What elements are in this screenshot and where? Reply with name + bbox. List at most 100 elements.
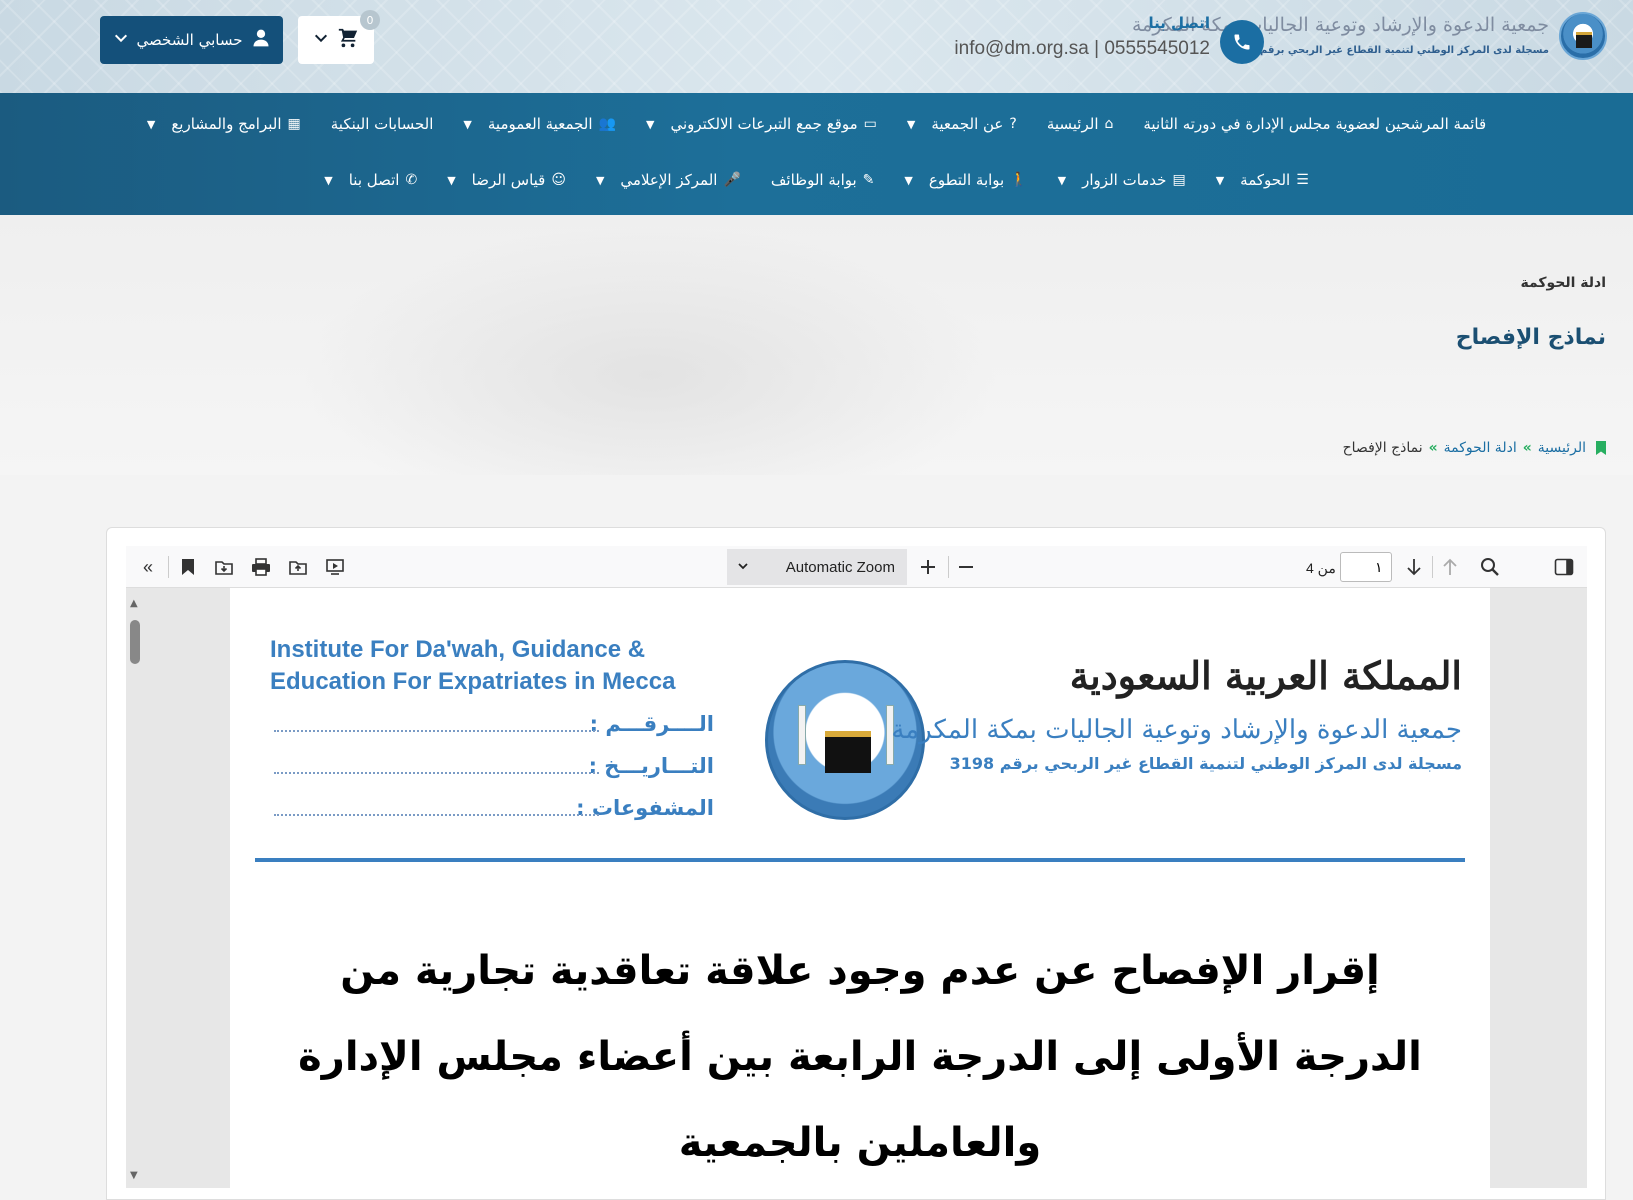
- top-bar: جمعية الدعوة والإرشاد وتوعية الجاليات بم…: [0, 0, 1633, 93]
- contact-label[interactable]: اتصل بنا: [1148, 14, 1210, 32]
- nav-item-donations[interactable]: ▭ موقع جمع التبرعات الالكتروني ▼: [646, 115, 877, 133]
- institute-name-line-2: Education For Expatriates in Mecca: [270, 668, 676, 695]
- chevron-down-icon: ▼: [904, 173, 913, 187]
- sidebar-icon: [1554, 558, 1574, 576]
- bookmark-button[interactable]: [174, 553, 202, 581]
- account-button[interactable]: حسابي الشخصي: [100, 16, 283, 64]
- arrow-down-icon: [1407, 559, 1421, 576]
- open-file-icon: [289, 561, 307, 575]
- chevron-down-icon: ▼: [906, 117, 916, 131]
- ref-number-label: الــــرقـــم :: [589, 712, 714, 736]
- calendar-icon: ▦: [287, 116, 301, 132]
- home-icon: ⌂: [1104, 116, 1114, 132]
- presentation-mode-button[interactable]: [321, 553, 349, 581]
- institute-english-name: Institute For Da'wah, Guidance & Educati…: [270, 634, 675, 698]
- breadcrumb: الرئيسية » ادلة الحوكمة » نماذج الإفصاح: [1343, 440, 1606, 456]
- nav-label: عن الجمعية: [931, 115, 1004, 133]
- pdf-viewer: « Automatic Zoom من 4 ١ ▲ ▼ Institute Fo…: [126, 546, 1587, 1188]
- question-icon: ?: [1009, 116, 1017, 132]
- nav-item-candidates[interactable]: قائمة المرشحين لعضوية مجلس الإدارة في دو…: [1143, 115, 1486, 133]
- sidebar-toggle-button[interactable]: [1550, 553, 1578, 581]
- breadcrumb-separator: »: [1522, 440, 1532, 456]
- scrollbar-thumb[interactable]: [130, 620, 140, 664]
- page-hero: ادلة الحوكمة نماذج الإفصاح الرئيسية » اد…: [0, 215, 1633, 475]
- vertical-scrollbar[interactable]: ▲ ▼: [126, 588, 146, 1188]
- nav-item-about[interactable]: ? عن الجمعية ▼: [907, 115, 1017, 133]
- dotted-line: [274, 772, 599, 774]
- nav-label: المركز الإعلامي: [620, 171, 718, 189]
- page-number-input[interactable]: [1340, 552, 1392, 582]
- nav-label: بوابة الوظائف: [770, 171, 857, 189]
- cart-button[interactable]: 0: [298, 10, 380, 64]
- chevron-down-icon: ▼: [1215, 173, 1225, 187]
- open-file-button[interactable]: [284, 553, 312, 581]
- ref-attachments-line: المشفوعات :: [274, 792, 714, 834]
- page-count: من 4: [1306, 560, 1336, 576]
- dotted-line: [274, 730, 599, 732]
- zoom-select[interactable]: Automatic Zoom: [727, 549, 907, 585]
- chevron-down-icon: [113, 30, 129, 50]
- menu-icon: ☰: [1296, 172, 1309, 188]
- cart-count-badge: 0: [360, 10, 380, 30]
- arrow-up-icon: [1443, 558, 1457, 575]
- nav-item-volunteer[interactable]: 🚶 بوابة التطوع ▼: [904, 171, 1027, 189]
- chevron-down-icon: ▼: [324, 173, 333, 187]
- double-chevron-left-icon[interactable]: «: [134, 553, 162, 581]
- ref-number-line: الــــرقـــم :: [274, 708, 714, 750]
- user-icon: [251, 28, 271, 52]
- print-button[interactable]: [247, 553, 275, 581]
- nav-item-governance[interactable]: ☰ الحوكمة ▼: [1216, 171, 1309, 189]
- server-icon: ▤: [1172, 172, 1186, 188]
- scroll-down-arrow-icon[interactable]: ▼: [130, 1170, 138, 1181]
- search-icon: [1481, 558, 1499, 576]
- plus-icon: [921, 560, 935, 574]
- chevron-down-icon: [737, 559, 749, 576]
- edit-icon: ✎: [862, 172, 875, 188]
- credit-card-icon: ▭: [863, 116, 877, 132]
- scroll-up-arrow-icon[interactable]: ▲: [130, 598, 138, 609]
- breadcrumb-home[interactable]: الرئيسية: [1538, 440, 1586, 456]
- previous-page-button[interactable]: [1436, 553, 1464, 581]
- pdf-toolbar: « Automatic Zoom من 4: [126, 546, 1587, 588]
- nav-item-home[interactable]: ⌂ الرئيسية: [1047, 115, 1114, 133]
- nav-item-satisfaction[interactable]: ☺ قياس الرضا ▼: [447, 171, 566, 189]
- phone-icon: ✆: [405, 172, 418, 188]
- chevron-down-icon: ▼: [463, 117, 472, 131]
- breadcrumb-separator: »: [1428, 440, 1438, 456]
- nav-item-general-assembly[interactable]: 👥 الجمعية العمومية ▼: [463, 115, 616, 133]
- download-icon: [215, 561, 233, 575]
- section-label: ادلة الحوكمة: [1520, 275, 1606, 291]
- nav-label: اتصل بنا: [348, 171, 400, 189]
- nav-item-visitor-services[interactable]: ▤ خدمات الزوار ▼: [1058, 171, 1186, 189]
- nav-label: خدمات الزوار: [1082, 171, 1167, 189]
- phone-icon[interactable]: [1220, 20, 1264, 64]
- nav-item-bank-accounts[interactable]: الحسابات البنكية: [331, 115, 434, 133]
- chevron-down-icon: [313, 30, 329, 50]
- download-button[interactable]: [210, 553, 238, 581]
- zoom-out-button[interactable]: [952, 553, 980, 581]
- reference-fields: الــــرقـــم : التـــاريـــخ : المشفوعات…: [274, 708, 714, 834]
- nav-item-media-center[interactable]: 🎤 المركز الإعلامي ▼: [596, 171, 741, 189]
- search-button[interactable]: [1476, 553, 1504, 581]
- nav-label: قياس الرضا: [471, 171, 546, 189]
- breadcrumb-current: نماذج الإفصاح: [1342, 440, 1423, 456]
- nav-item-programs[interactable]: ▦ البرامج والمشاريع ▼: [147, 115, 301, 133]
- presentation-icon: [326, 559, 344, 575]
- pdf-page: Institute For Da'wah, Guidance & Educati…: [230, 588, 1490, 1188]
- nav-item-jobs[interactable]: ✎ بوابة الوظائف: [771, 171, 875, 189]
- dotted-line: [274, 814, 599, 816]
- registration-text: مسجلة لدى المركز الوطني لتنمية القطاع غي…: [949, 754, 1462, 773]
- breadcrumb-parent[interactable]: ادلة الحوكمة: [1444, 440, 1517, 456]
- site-logo[interactable]: جمعية الدعوة والإرشاد وتوعية الجاليات بم…: [1132, 12, 1607, 64]
- next-page-button[interactable]: [1400, 553, 1428, 581]
- person-icon: 🚶: [1010, 172, 1028, 188]
- zoom-in-button[interactable]: [914, 553, 942, 581]
- bookmark-icon: [1596, 441, 1606, 455]
- minaret-left: [798, 705, 806, 765]
- letterhead-divider: [255, 858, 1465, 862]
- users-icon: 👥: [598, 116, 616, 132]
- nav-item-contact[interactable]: ✆ اتصل بنا ▼: [324, 171, 417, 189]
- contact-info[interactable]: info@dm.org.sa | 0555545012: [954, 38, 1210, 60]
- nav-row-1: قائمة المرشحين لعضوية مجلس الإدارة في دو…: [0, 115, 1633, 133]
- toolbar-divider: [948, 556, 949, 578]
